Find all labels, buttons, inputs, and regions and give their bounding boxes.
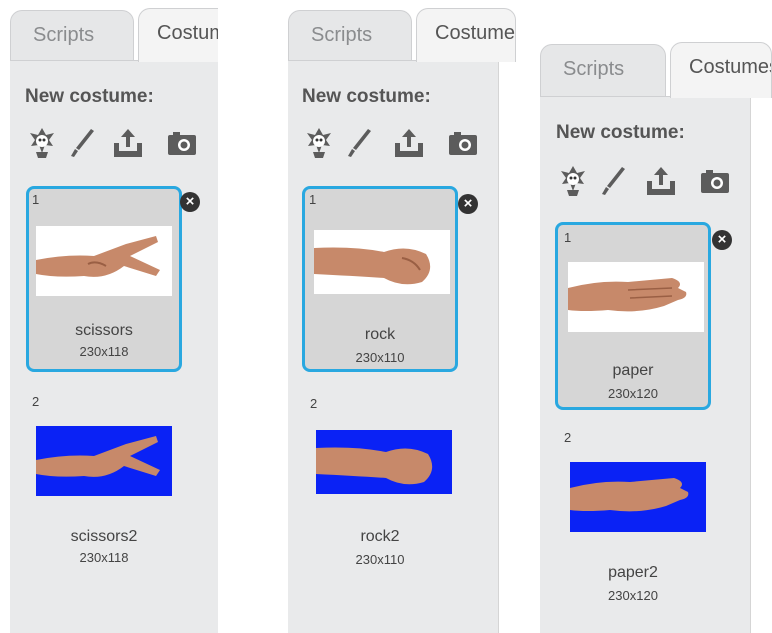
new-costume-toolbar	[302, 126, 492, 160]
tab-scripts[interactable]: Scripts	[10, 10, 134, 62]
tab-costumes[interactable]: Costumes	[138, 8, 218, 62]
editor-area	[750, 96, 772, 633]
costume-name: scissors	[75, 322, 133, 339]
costume-size: 230x110	[355, 552, 405, 567]
costume-thumbnail	[314, 230, 450, 300]
costume-name: rock2	[360, 528, 400, 545]
costume-number: 2	[32, 394, 40, 409]
camera-icon[interactable]	[165, 126, 199, 160]
camera-icon[interactable]	[446, 126, 480, 160]
new-costume-toolbar	[25, 126, 215, 160]
upload-costume-icon[interactable]	[644, 164, 678, 198]
costume-name: paper2	[608, 564, 658, 581]
new-costume-heading: New costume:	[25, 86, 154, 107]
delete-costume-icon[interactable]: ×	[180, 192, 200, 212]
choose-costume-from-library-icon[interactable]	[302, 126, 336, 160]
upload-costume-icon[interactable]	[392, 126, 426, 160]
costume-name: paper	[612, 362, 654, 379]
costume-number: 1	[32, 192, 40, 207]
costume-panel-paper: Scripts Costumes New costume: 1 × paper …	[540, 0, 772, 633]
paint-new-costume-icon[interactable]	[342, 126, 376, 160]
costume-panel-rock: Scripts Costumes New costume: 1 × rock 2…	[288, 0, 516, 633]
paint-new-costume-icon[interactable]	[596, 164, 630, 198]
upload-costume-icon[interactable]	[111, 126, 145, 160]
costume-name: rock	[364, 326, 396, 343]
delete-costume-icon[interactable]: ×	[458, 194, 478, 214]
delete-costume-icon[interactable]: ×	[712, 230, 732, 250]
tab-costumes[interactable]: Costumes	[670, 42, 772, 98]
costume-size: 230x120	[608, 588, 658, 603]
costume-number: 1	[564, 230, 572, 245]
editor-area	[498, 60, 516, 633]
costume-number: 2	[310, 396, 318, 411]
costume-thumbnail[interactable]	[316, 430, 452, 500]
costume-thumbnail	[36, 226, 172, 296]
choose-costume-from-library-icon[interactable]	[25, 126, 59, 160]
choose-costume-from-library-icon[interactable]	[556, 164, 590, 198]
tab-costumes[interactable]: Costumes	[416, 8, 516, 62]
costume-thumbnail[interactable]	[36, 426, 172, 496]
new-costume-heading: New costume:	[302, 86, 431, 107]
costume-number: 2	[564, 430, 572, 445]
costume-size: 230x118	[79, 344, 129, 359]
costume-size: 230x120	[608, 386, 658, 401]
tab-scripts[interactable]: Scripts	[288, 10, 412, 62]
costume-number: 1	[309, 192, 317, 207]
new-costume-heading: New costume:	[556, 122, 685, 143]
costume-name: scissors2	[70, 528, 138, 545]
paint-new-costume-icon[interactable]	[65, 126, 99, 160]
camera-icon[interactable]	[698, 164, 732, 198]
costume-thumbnail	[568, 262, 704, 332]
costume-panel-scissors: Scripts Costumes New costume: 1 × scisso…	[0, 0, 218, 633]
tab-scripts[interactable]: Scripts	[540, 44, 666, 96]
costume-size: 230x110	[355, 350, 405, 365]
costume-size: 230x118	[79, 550, 129, 565]
costume-thumbnail[interactable]	[570, 462, 706, 532]
new-costume-toolbar	[556, 164, 746, 198]
